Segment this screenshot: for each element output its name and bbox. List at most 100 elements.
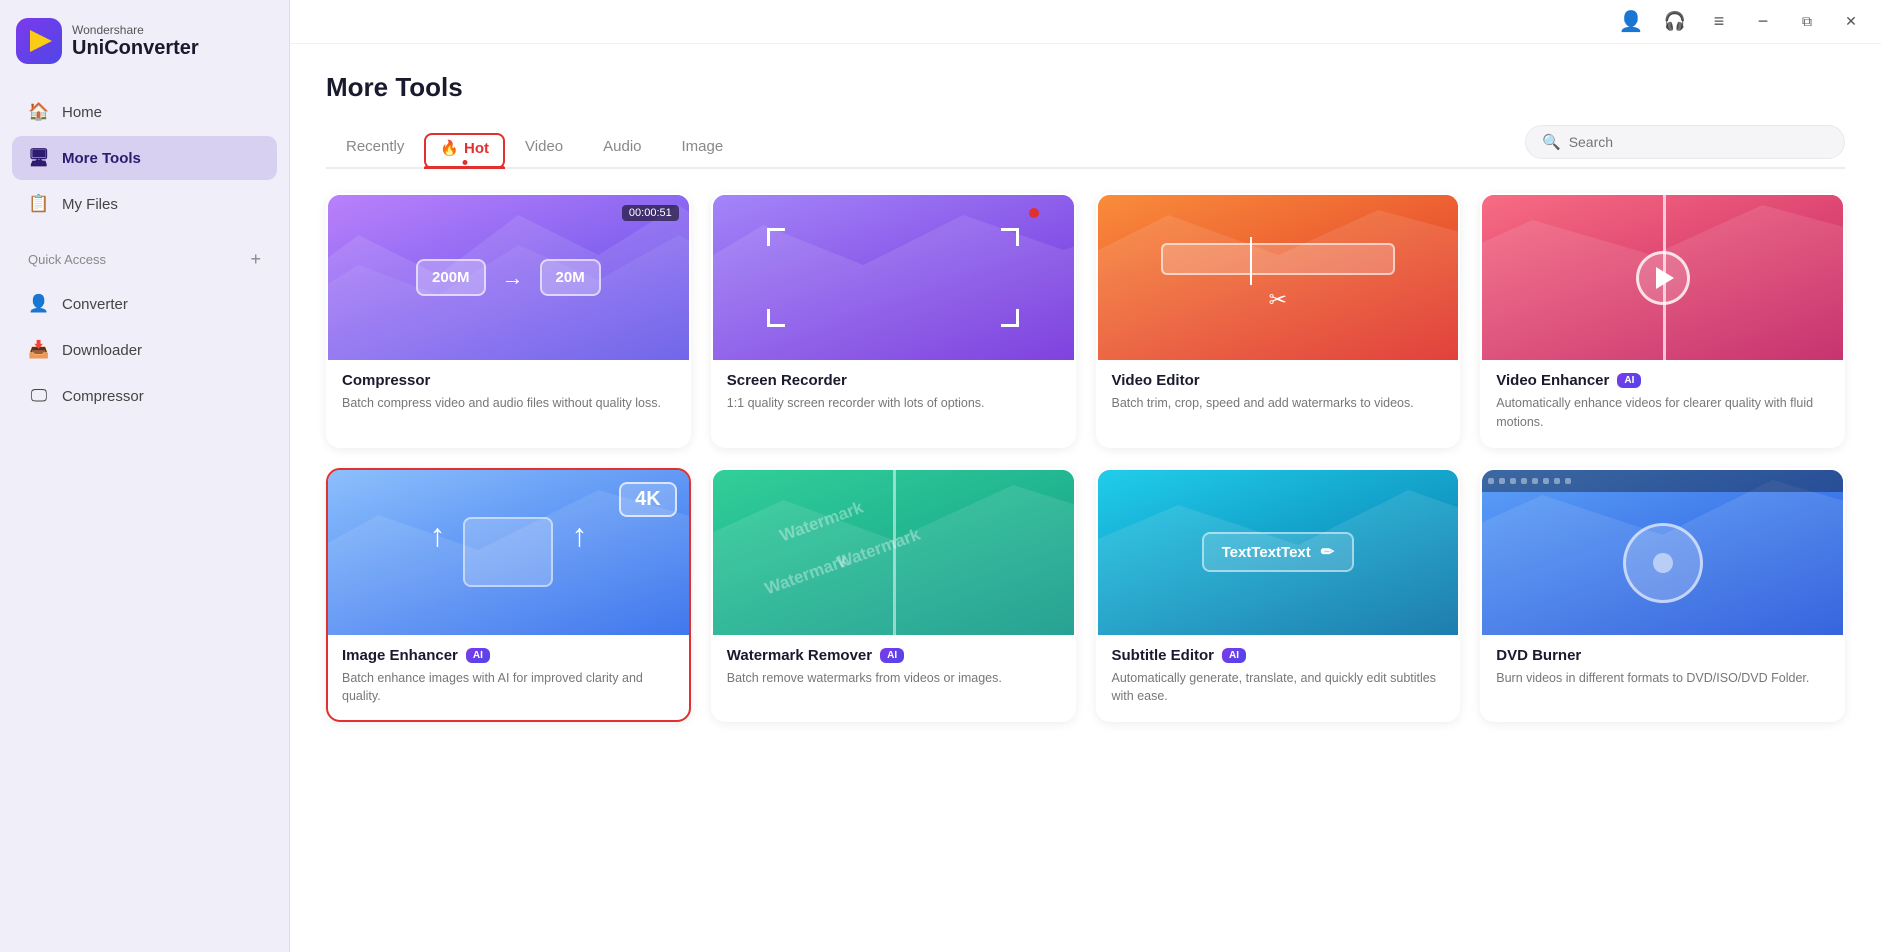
logo-name: UniConverter bbox=[72, 37, 199, 60]
tab-hot[interactable]: 🔥 Hot bbox=[424, 133, 505, 167]
tool-info-video-editor: Video Editor Batch trim, crop, speed and… bbox=[1098, 360, 1459, 427]
compress-arrow-icon: → bbox=[502, 265, 524, 291]
tool-name-row-ie: Image Enhancer AI bbox=[342, 647, 675, 664]
4k-badge: 4K bbox=[619, 482, 677, 517]
image-box bbox=[463, 517, 553, 587]
tool-desc-subtitle: Automatically generate, translate, and q… bbox=[1112, 669, 1445, 707]
tool-card-watermark-remover[interactable]: Watermark Watermark Watermark Watermark … bbox=[711, 468, 1076, 723]
tool-info-screen: Screen Recorder 1:1 quality screen recor… bbox=[713, 360, 1074, 427]
tool-thumb-watermark: Watermark Watermark Watermark bbox=[713, 470, 1074, 635]
sidebar-item-home[interactable]: 🏠 Home bbox=[12, 90, 277, 134]
tool-thumb-video-enhancer bbox=[1482, 195, 1843, 360]
tool-info-image-enhancer: Image Enhancer AI Batch enhance images w… bbox=[328, 635, 689, 721]
tool-desc-dvd: Burn videos in different formats to DVD/… bbox=[1496, 669, 1829, 688]
search-icon: 🔍 bbox=[1542, 133, 1561, 151]
video-enhancer-thumb-overlay bbox=[1482, 195, 1843, 360]
main-content: 👤 🎧 ≡ − ⧉ ✕ More Tools Recently 🔥 Hot Vi… bbox=[290, 0, 1881, 952]
tab-image[interactable]: Image bbox=[662, 130, 744, 167]
sidebar-item-my-files-label: My Files bbox=[62, 196, 118, 213]
play-triangle bbox=[1656, 267, 1674, 289]
corner-bl bbox=[767, 309, 785, 327]
quick-access-section: Quick Access + bbox=[0, 234, 289, 274]
tool-info-video-enhancer: Video Enhancer AI Automatically enhance … bbox=[1482, 360, 1843, 446]
search-input[interactable] bbox=[1569, 134, 1828, 150]
tool-name-row-vh: Video Enhancer AI bbox=[1496, 372, 1829, 389]
pencil-icon: ✏ bbox=[1321, 542, 1334, 562]
tab-hot-label: Hot bbox=[464, 140, 489, 157]
tool-name-compressor: Compressor bbox=[342, 372, 430, 389]
tab-hot-box: 🔥 Hot bbox=[424, 133, 505, 169]
editor-filmstrip bbox=[1161, 243, 1395, 275]
tool-desc-screen: 1:1 quality screen recorder with lots of… bbox=[727, 394, 1060, 413]
wm-text-1: Watermark bbox=[777, 498, 866, 547]
compressor-visual: 200M → 20M bbox=[406, 249, 611, 306]
compress-to: 20M bbox=[540, 259, 601, 296]
tool-desc-video-editor: Batch trim, crop, speed and add watermar… bbox=[1112, 394, 1445, 413]
tool-thumb-image-enhancer: ↑ ↑ 4K bbox=[328, 470, 689, 635]
tools-grid: 200M → 20M 00:00:51 Compressor Batch com… bbox=[326, 193, 1845, 722]
film-hole bbox=[1554, 478, 1560, 484]
tool-card-video-editor[interactable]: ✂ Video Editor Batch trim, crop, speed a… bbox=[1096, 193, 1461, 448]
tool-info-subtitle: Subtitle Editor AI Automatically generat… bbox=[1098, 635, 1459, 721]
disc-inner bbox=[1653, 553, 1673, 573]
tab-audio[interactable]: Audio bbox=[583, 130, 661, 167]
close-button[interactable]: ✕ bbox=[1837, 8, 1865, 36]
logo-brand: Wondershare bbox=[72, 23, 199, 37]
tool-card-screen-recorder[interactable]: Screen Recorder 1:1 quality screen recor… bbox=[711, 193, 1076, 448]
up-arrow-1: ↑ bbox=[429, 517, 445, 587]
sidebar-item-my-files[interactable]: 📋 My Files bbox=[12, 182, 277, 226]
video-editor-thumb-overlay: ✂ bbox=[1098, 195, 1459, 360]
tool-info-dvd: DVD Burner Burn videos in different form… bbox=[1482, 635, 1843, 702]
timestamp-badge: 00:00:51 bbox=[622, 205, 679, 221]
sidebar-item-downloader-label: Downloader bbox=[62, 342, 142, 359]
disc-circle bbox=[1623, 523, 1703, 603]
ai-badge-video-enhancer: AI bbox=[1617, 373, 1641, 388]
tool-name-image-enhancer: Image Enhancer bbox=[342, 647, 458, 664]
sidebar-item-converter-label: Converter bbox=[62, 296, 128, 313]
tool-name-row-screen: Screen Recorder bbox=[727, 372, 1060, 389]
film-hole bbox=[1532, 478, 1538, 484]
tool-thumb-subtitle: TextTextText ✏ bbox=[1098, 470, 1459, 635]
tool-desc-video-enhancer: Automatically enhance videos for clearer… bbox=[1496, 394, 1829, 432]
page-title: More Tools bbox=[326, 72, 1845, 103]
tool-thumb-video-editor: ✂ bbox=[1098, 195, 1459, 360]
tool-name-row-dvd: DVD Burner bbox=[1496, 647, 1829, 664]
ai-badge-subtitle: AI bbox=[1222, 648, 1246, 663]
restore-button[interactable]: ⧉ bbox=[1793, 8, 1821, 36]
headset-button[interactable]: 🎧 bbox=[1661, 8, 1689, 36]
corner-tl bbox=[767, 228, 785, 246]
tool-name-dvd: DVD Burner bbox=[1496, 647, 1581, 664]
tool-card-subtitle-editor[interactable]: TextTextText ✏ Subtitle Editor AI Automa… bbox=[1096, 468, 1461, 723]
video-editor-visual: ✂ bbox=[1161, 243, 1395, 313]
tool-card-dvd-burner[interactable]: DVD Burner Burn videos in different form… bbox=[1480, 468, 1845, 723]
logo-area: Wondershare UniConverter bbox=[0, 0, 289, 82]
tool-desc-image-enhancer: Batch enhance images with AI for improve… bbox=[342, 669, 675, 707]
sidebar: Wondershare UniConverter 🏠 Home 🖥 More T… bbox=[0, 0, 290, 952]
ai-badge-watermark: AI bbox=[880, 648, 904, 663]
sidebar-nav: 🏠 Home 🖥 More Tools 📋 My Files bbox=[0, 82, 289, 234]
tool-info-compressor: Compressor Batch compress video and audi… bbox=[328, 360, 689, 427]
menu-button[interactable]: ≡ bbox=[1705, 8, 1733, 36]
quick-access-add-button[interactable]: + bbox=[250, 250, 261, 268]
sidebar-item-more-tools[interactable]: 🖥 More Tools bbox=[12, 136, 277, 180]
screen-thumb-overlay bbox=[713, 195, 1074, 360]
tool-card-image-enhancer[interactable]: ↑ ↑ 4K Image Enhancer AI Batch enhance i… bbox=[326, 468, 691, 723]
tool-name-subtitle: Subtitle Editor bbox=[1112, 647, 1215, 664]
sidebar-item-converter[interactable]: 👤 Converter bbox=[12, 282, 277, 326]
sidebar-item-compressor[interactable]: 🖵 Compressor bbox=[12, 374, 277, 418]
film-hole bbox=[1488, 478, 1494, 484]
tool-card-compressor[interactable]: 200M → 20M 00:00:51 Compressor Batch com… bbox=[326, 193, 691, 448]
minimize-button[interactable]: − bbox=[1749, 8, 1777, 36]
app-logo-icon bbox=[16, 18, 62, 64]
tool-name-row: Compressor bbox=[342, 372, 675, 389]
tool-card-video-enhancer[interactable]: Video Enhancer AI Automatically enhance … bbox=[1480, 193, 1845, 448]
user-button[interactable]: 👤 bbox=[1617, 8, 1645, 36]
film-hole bbox=[1499, 478, 1505, 484]
tool-desc-compressor: Batch compress video and audio files wit… bbox=[342, 394, 675, 413]
tool-thumb-compressor: 200M → 20M 00:00:51 bbox=[328, 195, 689, 360]
tab-recently[interactable]: Recently bbox=[326, 130, 424, 167]
tab-video[interactable]: Video bbox=[505, 130, 583, 167]
search-box: 🔍 bbox=[1525, 125, 1845, 159]
sidebar-item-downloader[interactable]: 📥 Downloader bbox=[12, 328, 277, 372]
converter-icon: 👤 bbox=[28, 293, 50, 315]
